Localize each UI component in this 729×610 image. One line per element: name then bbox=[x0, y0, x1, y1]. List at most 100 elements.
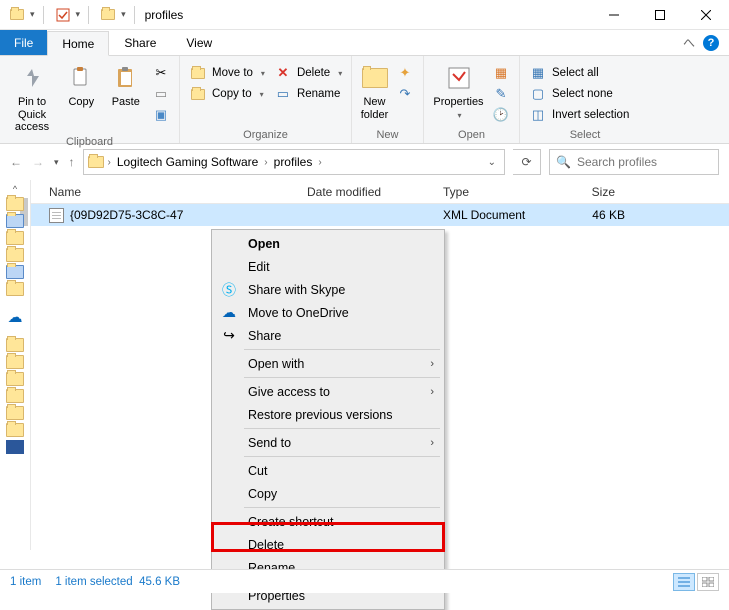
copy-path-button[interactable]: ▭ bbox=[149, 85, 173, 103]
col-type[interactable]: Type bbox=[443, 185, 565, 199]
pin-to-quick-access-button[interactable]: Pin to Quick access bbox=[6, 60, 58, 136]
edit-button[interactable]: ✎ bbox=[489, 85, 513, 103]
onedrive-icon[interactable]: ☁ bbox=[8, 308, 23, 326]
invert-selection-button[interactable]: ◫Invert selection bbox=[526, 106, 633, 124]
folder-icon[interactable] bbox=[6, 197, 24, 211]
tab-home[interactable]: Home bbox=[47, 31, 109, 56]
file-menu[interactable]: File bbox=[0, 30, 47, 55]
search-box[interactable]: 🔍 bbox=[549, 149, 719, 175]
qat-dropdown-icon[interactable]: ▾ bbox=[30, 9, 35, 20]
folder-icon[interactable] bbox=[6, 423, 24, 437]
col-name[interactable]: Name bbox=[49, 185, 307, 199]
select-all-icon: ▦ bbox=[530, 65, 546, 81]
thumbnails-view-button[interactable] bbox=[697, 573, 719, 591]
status-selected: 1 item selected 45.6 KB bbox=[55, 576, 180, 588]
minimize-button[interactable] bbox=[591, 0, 637, 30]
nav-forward-button[interactable]: → bbox=[32, 155, 44, 169]
cm-onedrive[interactable]: ☁Move to OneDrive bbox=[212, 301, 444, 324]
breadcrumb[interactable]: profiles bbox=[272, 155, 315, 169]
folder-icon[interactable] bbox=[6, 372, 24, 386]
help-icon[interactable]: ? bbox=[703, 35, 719, 51]
skype-icon: Ⓢ bbox=[220, 281, 238, 299]
col-size[interactable]: Size bbox=[565, 185, 625, 199]
group-label-open: Open bbox=[424, 129, 519, 143]
pin-icon bbox=[16, 62, 48, 94]
maximize-button[interactable] bbox=[637, 0, 683, 30]
cm-skype[interactable]: ⓈShare with Skype bbox=[212, 278, 444, 301]
select-all-button[interactable]: ▦Select all bbox=[526, 64, 633, 82]
refresh-button[interactable]: ⟳ bbox=[513, 149, 541, 175]
tab-view[interactable]: View bbox=[171, 30, 227, 55]
chevron-right-icon: › bbox=[430, 358, 434, 370]
folder-icon[interactable] bbox=[6, 355, 24, 369]
close-button[interactable] bbox=[683, 0, 729, 30]
cm-cut[interactable]: Cut bbox=[212, 459, 444, 482]
address-dropdown-icon[interactable]: ⌄ bbox=[480, 157, 504, 168]
cm-shortcut[interactable]: Create shortcut bbox=[212, 510, 444, 533]
cm-edit[interactable]: Edit bbox=[212, 255, 444, 278]
cm-share[interactable]: ↪Share bbox=[212, 324, 444, 347]
tab-share[interactable]: Share bbox=[109, 30, 171, 55]
folder-icon[interactable] bbox=[6, 248, 24, 262]
delete-x-icon: ✕ bbox=[275, 65, 291, 81]
cm-send-to[interactable]: Send to› bbox=[212, 431, 444, 454]
rename-icon: ▭ bbox=[275, 86, 291, 102]
address-bar[interactable]: › Logitech Gaming Software › profiles › … bbox=[83, 149, 505, 175]
qat-dropdown2-icon[interactable]: ▾ bbox=[76, 9, 81, 20]
cut-button[interactable]: ✂ bbox=[149, 64, 173, 82]
copy-button[interactable]: Copy bbox=[60, 60, 102, 111]
folder-icon[interactable] bbox=[6, 265, 24, 279]
file-row[interactable]: {09D92D75-3C8C-47 XML Document 46 KB bbox=[31, 204, 729, 226]
nav-up-button[interactable]: ↑ bbox=[69, 155, 75, 169]
cm-delete[interactable]: Delete bbox=[212, 533, 444, 556]
select-none-button[interactable]: ▢Select none bbox=[526, 85, 633, 103]
folder-icon[interactable] bbox=[6, 282, 24, 296]
cm-give-access[interactable]: Give access to› bbox=[212, 380, 444, 403]
nav-back-button[interactable]: ← bbox=[10, 155, 22, 169]
search-input[interactable] bbox=[577, 155, 712, 169]
select-none-icon: ▢ bbox=[530, 86, 546, 102]
paste-icon bbox=[110, 62, 142, 94]
properties-button[interactable]: Properties▾ bbox=[430, 60, 487, 122]
qat-dropdown3-icon[interactable]: ▾ bbox=[121, 9, 126, 20]
delete-button[interactable]: ✕Delete▾ bbox=[271, 64, 346, 82]
col-date[interactable]: Date modified bbox=[307, 185, 443, 199]
new-folder-button[interactable]: New folder bbox=[358, 60, 391, 123]
paste-button[interactable]: Paste bbox=[105, 60, 147, 111]
easy-access-icon: ↷ bbox=[397, 86, 413, 102]
new-item-button[interactable]: ✦ bbox=[393, 64, 417, 82]
column-headers[interactable]: Name Date modified Type Size bbox=[31, 180, 729, 204]
nav-pane[interactable]: ^ ☁ bbox=[0, 180, 30, 550]
share-icon: ↪ bbox=[220, 327, 238, 345]
collapse-ribbon-icon[interactable]: へ bbox=[683, 34, 695, 51]
cm-copy[interactable]: Copy bbox=[212, 482, 444, 505]
checkbox-icon[interactable] bbox=[52, 4, 74, 26]
history-button[interactable]: 🕑 bbox=[489, 106, 513, 124]
cm-open-with[interactable]: Open with› bbox=[212, 352, 444, 375]
quick-access-toolbar: ▾ ▾ ▾ bbox=[0, 4, 141, 26]
paste-shortcut-button[interactable]: ▣ bbox=[149, 106, 173, 124]
breadcrumb[interactable]: Logitech Gaming Software bbox=[115, 155, 260, 169]
copy-to-button[interactable]: Copy to▾ bbox=[186, 85, 269, 103]
status-bar: 1 item 1 item selected 45.6 KB bbox=[0, 569, 729, 593]
folder-icon[interactable] bbox=[6, 231, 24, 245]
easy-access-button[interactable]: ↷ bbox=[393, 85, 417, 103]
folder-icon[interactable] bbox=[6, 214, 24, 228]
invert-icon: ◫ bbox=[530, 107, 546, 123]
drive-icon[interactable] bbox=[6, 440, 24, 454]
folder-icon[interactable] bbox=[6, 406, 24, 420]
new-folder-icon bbox=[359, 62, 391, 94]
address-bar-row: ← → ▾ ↑ › Logitech Gaming Software › pro… bbox=[0, 144, 729, 180]
folder-icon[interactable] bbox=[6, 389, 24, 403]
cm-open[interactable]: Open bbox=[212, 232, 444, 255]
nav-history-dropdown[interactable]: ▾ bbox=[54, 157, 59, 168]
details-view-button[interactable] bbox=[673, 573, 695, 591]
cm-restore[interactable]: Restore previous versions bbox=[212, 403, 444, 426]
rename-button[interactable]: ▭Rename bbox=[271, 85, 346, 103]
status-item-count: 1 item bbox=[10, 576, 41, 588]
folder-icon[interactable] bbox=[6, 338, 24, 352]
open-button[interactable]: ▦ bbox=[489, 64, 513, 82]
chevron-right-icon: › bbox=[430, 437, 434, 449]
file-name: {09D92D75-3C8C-47 bbox=[70, 208, 183, 222]
move-to-button[interactable]: Move to▾ bbox=[186, 64, 269, 82]
